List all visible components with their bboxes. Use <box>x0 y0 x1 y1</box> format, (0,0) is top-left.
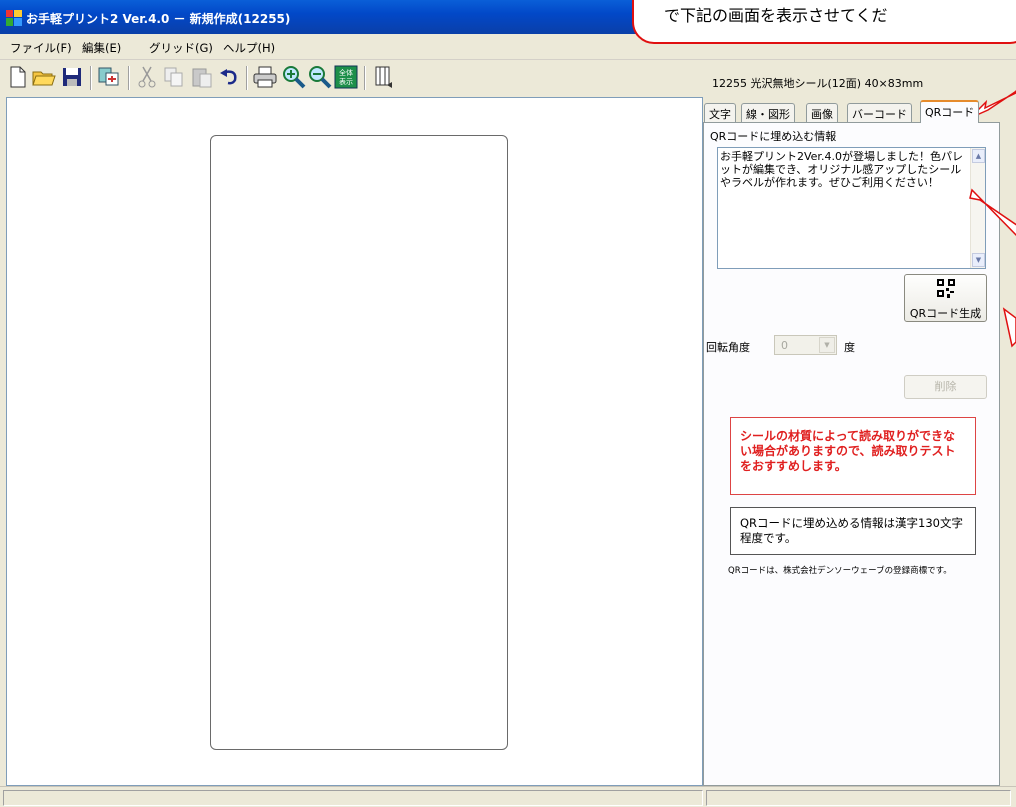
status-cell <box>706 790 1011 806</box>
chevron-down-icon[interactable]: ▼ <box>819 337 835 353</box>
scroll-up-icon[interactable]: ▲ <box>972 149 985 163</box>
import-icon <box>98 67 119 86</box>
rotation-select[interactable]: 0 ▼ <box>774 335 837 355</box>
warning-message: シールの材質によって読み取りができない場合がありますので、読み取りテストをおすす… <box>730 417 976 495</box>
qr-tab-panel: QRコードに埋め込む情報 お手軽プリント2Ver.4.0が登場しました！色パレッ… <box>703 122 1000 786</box>
info-message: QRコードに埋め込める情報は漢字130文字程度です。 <box>730 507 976 555</box>
rotation-label: 回転角度 <box>706 341 750 354</box>
paste-button[interactable] <box>190 65 214 89</box>
scroll-down-icon[interactable]: ▼ <box>972 253 985 267</box>
qr-text-scrollbar[interactable]: ▲ ▼ <box>970 148 985 268</box>
rotation-value: 0 <box>781 339 788 352</box>
save-icon <box>63 68 81 86</box>
cut-button[interactable] <box>135 65 159 89</box>
print-icon <box>253 66 277 88</box>
import-button[interactable] <box>97 65 121 89</box>
svg-text:表示: 表示 <box>339 77 353 86</box>
rotation-unit: 度 <box>844 341 855 354</box>
qr-info-label: QRコードに埋め込む情報 <box>710 130 837 143</box>
copy-button[interactable] <box>162 65 186 89</box>
save-button[interactable] <box>60 65 84 89</box>
zoom-in-icon <box>283 66 306 89</box>
qr-generate-label: QRコード生成 <box>909 307 982 320</box>
fit-all-icon: 全体表示 <box>334 65 358 89</box>
status-bar <box>0 786 1016 807</box>
print-button[interactable] <box>253 65 277 89</box>
rotate-paper-icon <box>375 66 392 88</box>
menu-file[interactable]: ファイル(F) <box>10 40 72 56</box>
label-info: 12255 光沢無地シール(12面) 40×83mm <box>712 77 924 90</box>
open-icon <box>32 71 56 86</box>
new-button[interactable] <box>6 65 30 89</box>
properties-panel: 12255 光沢無地シール(12面) 40×83mm 文字 線・図形 画像 バー… <box>703 60 1016 786</box>
undo-icon <box>220 69 237 85</box>
qr-generate-button[interactable]: QRコード生成 <box>904 274 987 322</box>
delete-button[interactable]: 削除 <box>904 375 987 399</box>
label-sticker-outline[interactable] <box>210 135 508 750</box>
trademark-notice: QRコードは、株式会社デンソーウェーブの登録商標です。 <box>728 566 952 576</box>
zoom-out-icon <box>309 66 332 89</box>
qr-code-icon <box>937 279 955 298</box>
tab-barcode[interactable]: バーコード <box>847 103 912 122</box>
fit-all-button[interactable]: 全体 表示 <box>334 65 358 89</box>
tab-qr-code[interactable]: QRコード <box>920 100 980 123</box>
tab-text[interactable]: 文字 <box>704 103 736 122</box>
menu-edit[interactable]: 編集(E) <box>82 40 121 56</box>
copy-icon <box>164 67 183 87</box>
qr-text-input[interactable]: お手軽プリント2Ver.4.0が登場しました！色パレットが編集でき、オリジナル感… <box>717 147 986 269</box>
tab-line-shape[interactable]: 線・図形 <box>741 103 795 122</box>
annotation-callout: で下記の画面を表示させてくだ <box>632 0 1016 44</box>
undo-button[interactable] <box>218 65 242 89</box>
rotate-paper-button[interactable] <box>372 65 396 89</box>
svg-text:全体: 全体 <box>339 68 353 77</box>
cut-icon <box>138 66 156 88</box>
menu-grid[interactable]: グリッド(G) <box>149 40 213 56</box>
open-button[interactable] <box>32 65 56 89</box>
menu-help[interactable]: ヘルプ(H) <box>223 40 275 56</box>
new-icon <box>10 66 26 88</box>
tab-image[interactable]: 画像 <box>806 103 838 122</box>
status-cell <box>3 790 703 806</box>
app-icon <box>6 10 22 26</box>
zoom-out-button[interactable] <box>308 65 332 89</box>
design-canvas[interactable] <box>6 97 703 786</box>
zoom-in-button[interactable] <box>282 65 306 89</box>
callout-text: で下記の画面を表示させてくだ <box>664 6 888 25</box>
window-title: お手軽プリント2 Ver.4.0 － 新規作成(12255) <box>26 12 291 26</box>
tab-strip: 文字 線・図形 画像 バーコード QRコード <box>703 100 1003 123</box>
paste-icon <box>192 68 212 88</box>
